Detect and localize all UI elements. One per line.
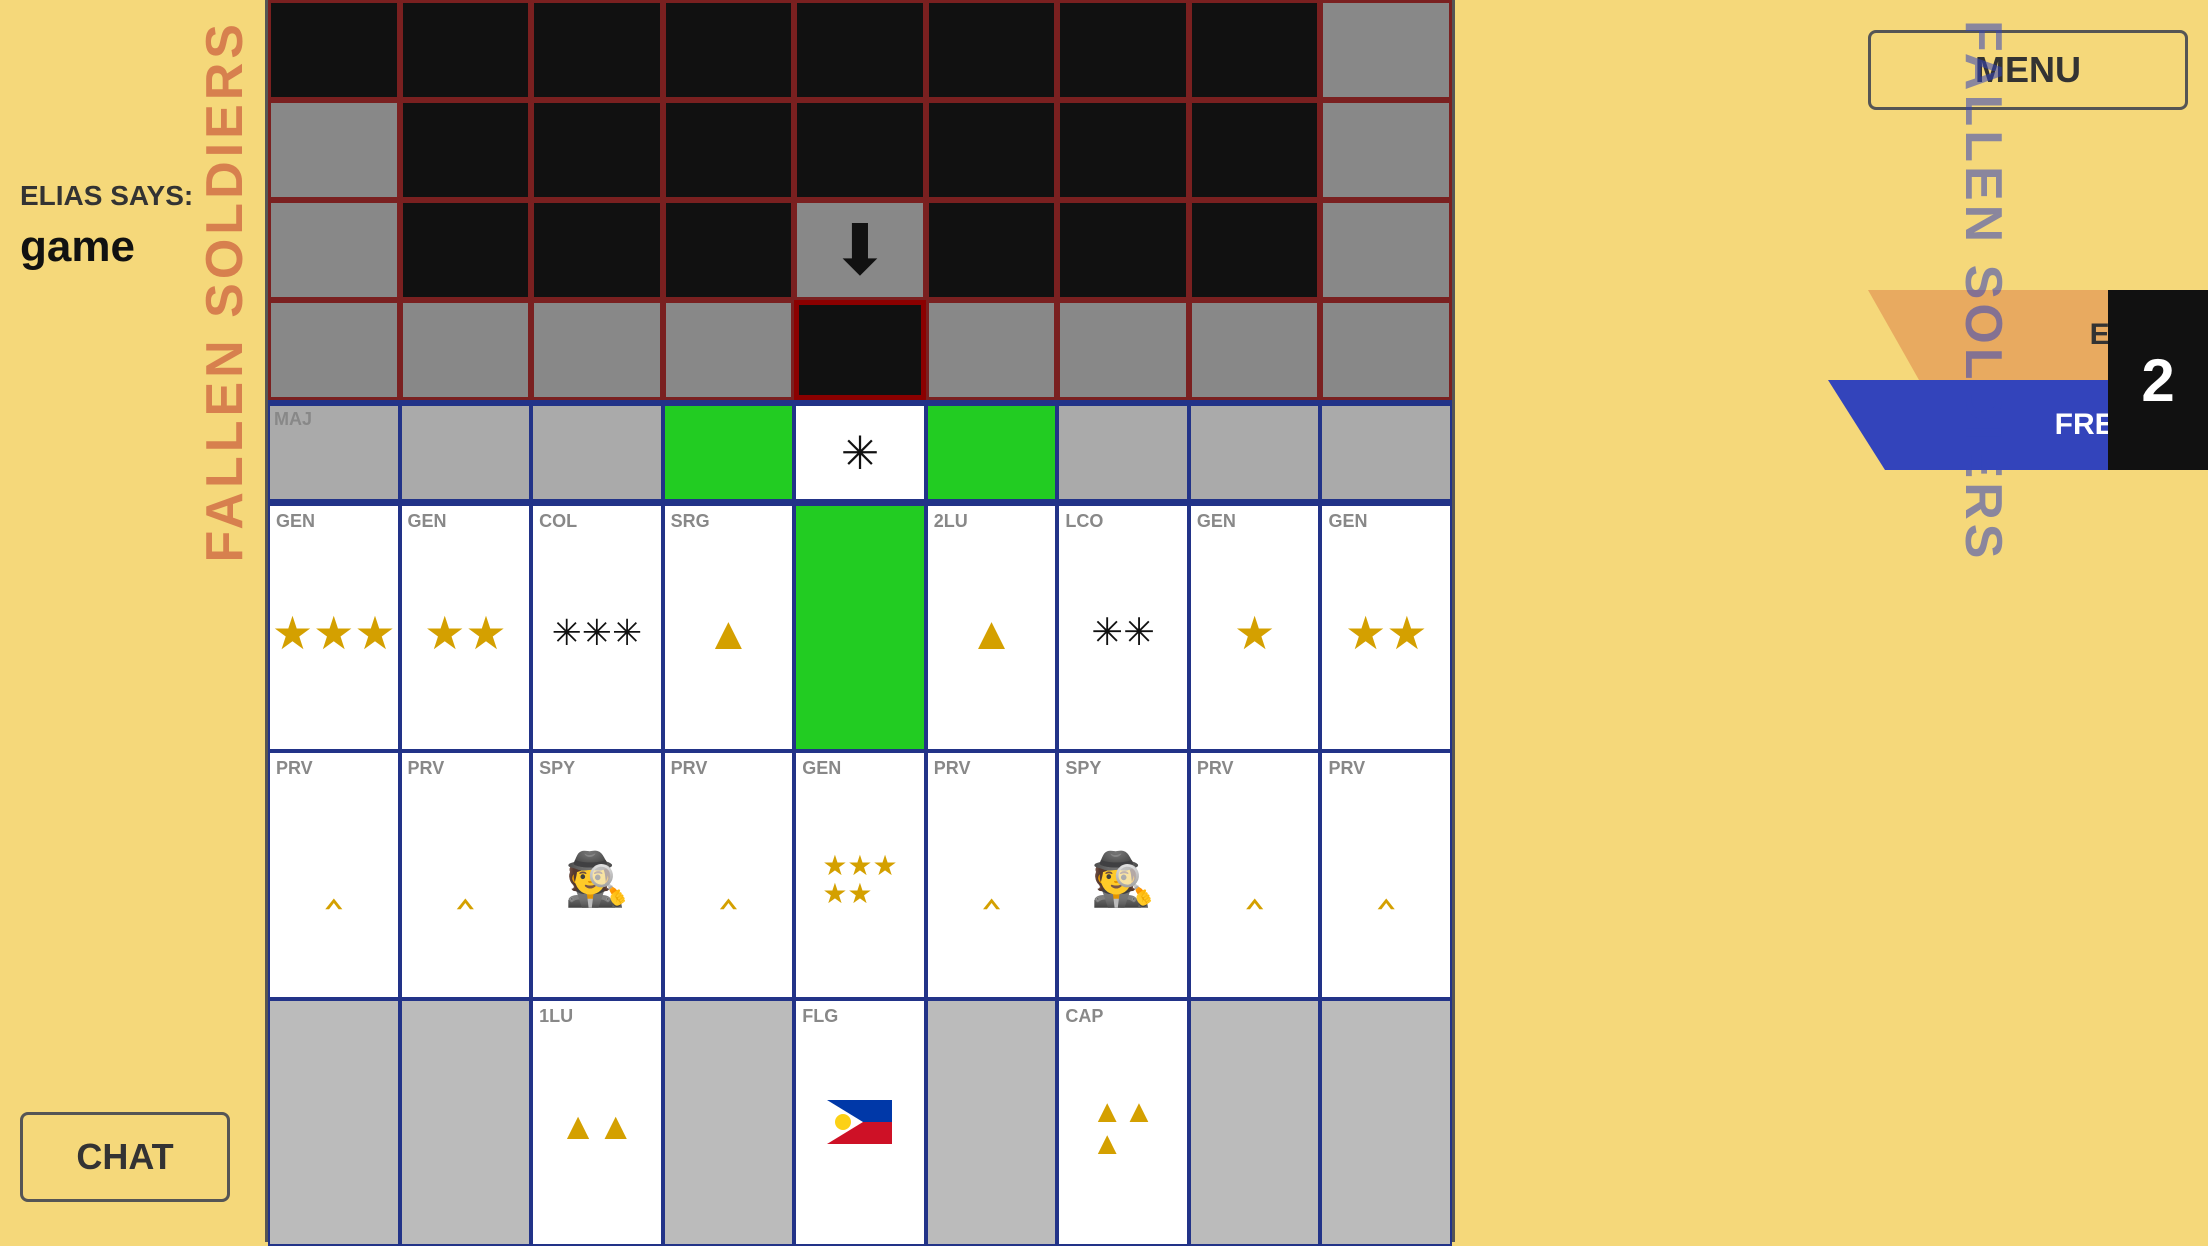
enemy-cell (926, 300, 1058, 400)
enemy-cell (1189, 200, 1321, 300)
neutral-cell (1320, 404, 1452, 501)
enemy-cell (1189, 100, 1321, 200)
enemy-cell (400, 200, 532, 300)
fallen-soldiers-right-label: FALLEN SOLDIERS (1953, 20, 2013, 562)
player-zone: MAJ ✳ GEN ★★★ GEN ★★ COL ✳✳✳ (268, 400, 1452, 1242)
score-number: 2 (2108, 290, 2208, 470)
neutral-cell (531, 404, 663, 501)
enemy-cell (1320, 0, 1452, 100)
enemy-cell (1320, 200, 1452, 300)
piece-srg[interactable]: SRG ▲ (663, 504, 795, 751)
enemy-cell (794, 0, 926, 100)
piece-gray1 (268, 999, 400, 1246)
philippine-flag-icon (827, 1100, 892, 1144)
enemy-cell (268, 0, 400, 100)
down-arrow-icon: ⬇ (831, 209, 890, 291)
enemy-cell (663, 300, 795, 400)
piece-gray2 (400, 999, 532, 1246)
menu-button[interactable]: MENU (1868, 30, 2188, 110)
arrow-cell: ⬇ (794, 200, 926, 300)
piece-spy1[interactable]: SPY 🕵 (531, 751, 663, 998)
enemy-cell (1057, 0, 1189, 100)
piece-gray6 (1320, 999, 1452, 1246)
elias-message: game (20, 222, 193, 272)
piece-prv6[interactable]: PRV ‸ (1320, 751, 1452, 998)
piece-gen1star[interactable]: GEN ★ (1189, 504, 1321, 751)
enemy-cell (794, 100, 926, 200)
right-panel: MENU ELIAS FREDDY 2 FALLEN SOLDIERS (1455, 0, 2208, 1242)
enemy-cell (400, 300, 532, 400)
enemy-cell (1057, 200, 1189, 300)
enemy-cell (1320, 300, 1452, 400)
piece-gen2star-2[interactable]: GEN ★★ (1320, 504, 1452, 751)
enemy-cell (400, 100, 532, 200)
piece-2lu[interactable]: 2LU ▲ (926, 504, 1058, 751)
piece-gray4 (926, 999, 1058, 1246)
piece-maj[interactable]: MAJ ✳ (794, 404, 926, 501)
piece-prv3[interactable]: PRV ‸ (663, 751, 795, 998)
enemy-cell (1057, 300, 1189, 400)
enemy-cell (663, 0, 795, 100)
enemy-cell (531, 0, 663, 100)
piece-gen3star[interactable]: GEN ★★★ (268, 504, 400, 751)
neutral-cell (1189, 404, 1321, 501)
piece-prv4[interactable]: PRV ‸ (926, 751, 1058, 998)
enemy-cell (531, 200, 663, 300)
enemy-cell (268, 100, 400, 200)
enemy-cell (926, 200, 1058, 300)
enemy-cell (926, 0, 1058, 100)
enemy-cell (1189, 0, 1321, 100)
enemy-cell (268, 200, 400, 300)
enemy-cell (1189, 300, 1321, 400)
neutral-cell (1057, 404, 1189, 501)
enemy-cell (400, 0, 532, 100)
neutral-cell (400, 404, 532, 501)
piece-gen2star[interactable]: GEN ★★ (400, 504, 532, 751)
piece-gray3 (663, 999, 795, 1246)
enemy-cell (268, 300, 400, 400)
piece-gen5star[interactable]: GEN ★★★★★ (794, 751, 926, 998)
neutral-row: MAJ ✳ (268, 404, 1452, 504)
piece-spy2[interactable]: SPY 🕵 (1057, 751, 1189, 998)
piece-1lu[interactable]: 1LU ▲▲ (531, 999, 663, 1246)
enemy-cell (1320, 100, 1452, 200)
target-cell[interactable] (794, 300, 926, 400)
piece-green[interactable] (794, 504, 926, 751)
game-board: ⬇ MAJ ✳ (265, 0, 1455, 1242)
enemy-cell (531, 100, 663, 200)
enemy-cell (531, 300, 663, 400)
piece-prv2[interactable]: PRV ‸ (400, 751, 532, 998)
neutral-cell-green[interactable] (663, 404, 795, 501)
left-panel: FALLEN SOLDIERS ELIAS SAYS: game CHAT (0, 0, 265, 1242)
piece-prv1[interactable]: PRV ‸ (268, 751, 400, 998)
elias-says-label: ELIAS SAYS: (20, 180, 193, 212)
piece-col[interactable]: COL ✳✳✳ (531, 504, 663, 751)
piece-cap[interactable]: CAP ▲▲▲ (1057, 999, 1189, 1246)
piece-lco[interactable]: LCO ✳✳ (1057, 504, 1189, 751)
enemy-cell (926, 100, 1058, 200)
neutral-cell-green[interactable] (926, 404, 1058, 501)
enemy-cell (1057, 100, 1189, 200)
enemy-cell (663, 200, 795, 300)
fallen-soldiers-left-label: FALLEN SOLDIERS (195, 20, 255, 562)
enemy-cell (663, 100, 795, 200)
chat-section: ELIAS SAYS: game (20, 180, 193, 272)
chat-button[interactable]: CHAT (20, 1112, 230, 1202)
piece-flg[interactable]: FLG (794, 999, 926, 1246)
pieces-area: GEN ★★★ GEN ★★ COL ✳✳✳ SRG ▲ 2LU ▲ L (268, 504, 1452, 1246)
piece-gray5 (1189, 999, 1321, 1246)
enemy-zone: ⬇ (268, 0, 1452, 400)
piece-prv5[interactable]: PRV ‸ (1189, 751, 1321, 998)
